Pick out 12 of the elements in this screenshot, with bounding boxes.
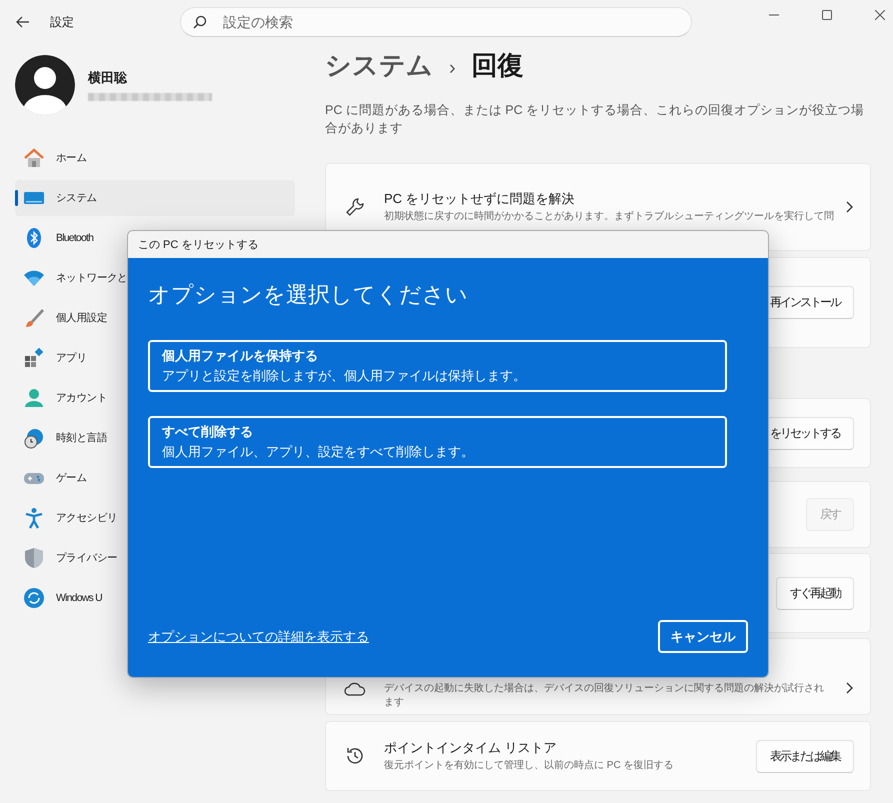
dialog-title: この PC をリセットする — [138, 238, 258, 252]
card-title: ポイントインタイム リストア — [384, 739, 558, 757]
card-title: PC をリセットせずに問題を解決 — [384, 190, 576, 208]
page-description: PC に問題がある場合、または PC をリセットする場合、これらの回復オプションが役立つ場合があります — [325, 102, 866, 137]
card-description: デバイスの起動に失敗した場合は、デバイスの回復ソリューションに関する問題の解決が試行されます — [384, 682, 825, 710]
page-title: 回復 — [472, 49, 524, 82]
card-description: 復元ポイントを有効にして管理し、以前の時点に PC を復旧する — [384, 759, 674, 773]
card-description: 初期状態に戻すのに時間がかかることがあります。まずトラブルシューティングツールを実行して問 — [384, 210, 834, 224]
window-title: 設定 — [50, 14, 74, 30]
user-name: 横田聡 — [88, 69, 128, 87]
dialog-heading: オプションを選択してください — [148, 281, 469, 309]
breadcrumb-separator: › — [449, 57, 456, 80]
